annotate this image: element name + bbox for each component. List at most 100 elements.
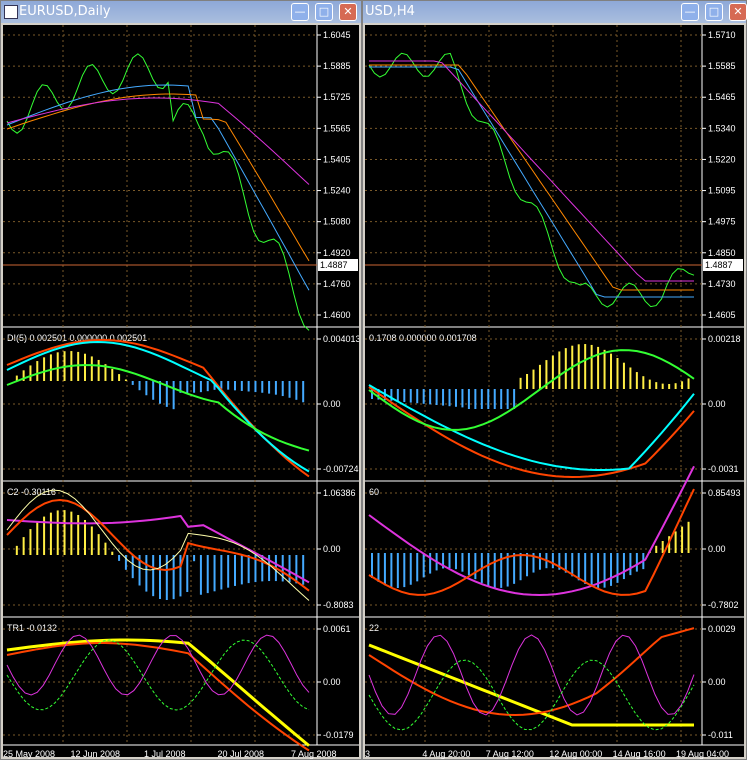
histogram-bar xyxy=(681,526,684,553)
histogram-bar xyxy=(240,555,243,585)
histogram-bar xyxy=(84,519,86,555)
histogram-bar xyxy=(77,514,80,555)
histogram-bar xyxy=(29,529,32,555)
histogram-bar xyxy=(668,383,671,389)
histogram-bar xyxy=(655,382,658,389)
histogram-bar xyxy=(206,555,209,594)
histogram-bar xyxy=(629,553,632,576)
time-axis-label: 12 Aug 00:00 xyxy=(549,749,602,759)
histogram-bar xyxy=(610,553,613,586)
window-titlebar[interactable]: EURUSD,Daily — □ ✕ xyxy=(1,1,361,23)
histogram-bar xyxy=(506,389,509,409)
histogram-bar xyxy=(538,553,541,570)
axis-label: 1.5340 xyxy=(708,123,736,133)
histogram-bar xyxy=(371,553,373,578)
maximize-icon: □ xyxy=(318,5,330,18)
histogram-bar xyxy=(90,526,93,555)
histogram-bar xyxy=(590,553,593,587)
axis-label: 1.5710 xyxy=(708,30,736,40)
axis-label: -0.0031 xyxy=(708,464,739,474)
histogram-bar xyxy=(551,355,554,389)
histogram-bar xyxy=(493,553,496,588)
histogram-bar xyxy=(77,351,80,381)
histogram-bar xyxy=(36,522,39,555)
histogram-bar xyxy=(111,551,114,555)
axis-label: 0.00 xyxy=(323,677,341,687)
histogram-bar xyxy=(97,534,100,555)
histogram-bar xyxy=(199,381,202,393)
minimize-button[interactable]: — xyxy=(291,3,309,21)
close-button[interactable]: ✕ xyxy=(339,3,357,21)
maximize-button[interactable]: □ xyxy=(705,3,723,21)
close-icon: ✕ xyxy=(343,5,353,18)
histogram-bar xyxy=(467,553,470,576)
ma-slow-magenta xyxy=(6,97,310,185)
window-titlebar[interactable]: USD,H4 — □ ✕ xyxy=(363,1,747,23)
time-axis-label: 1 Jul 2008 xyxy=(144,749,186,759)
histogram-bar xyxy=(227,555,230,588)
histogram-bar xyxy=(159,381,161,404)
histogram-bar xyxy=(655,545,658,553)
time-axis-label: 4 Aug 20:00 xyxy=(422,749,470,759)
ma-slow-magenta xyxy=(369,60,694,282)
histogram-bar xyxy=(687,521,690,553)
tr-line-magenta xyxy=(368,634,695,716)
histogram-bar xyxy=(474,553,477,580)
histogram-bar xyxy=(247,381,250,392)
histogram-bar xyxy=(674,383,677,389)
histogram-bar xyxy=(396,553,399,588)
histogram-bar xyxy=(442,389,445,406)
histogram-bar xyxy=(261,381,264,393)
axis-label: 0.85493 xyxy=(708,488,741,498)
ma-mid-orange xyxy=(369,64,694,291)
histogram-bar xyxy=(532,369,535,389)
histogram-bar xyxy=(295,555,298,584)
chart-canvas-left[interactable]: DI(5) 0.002501 0.000000 0.002501 C2 -0.3… xyxy=(3,25,359,759)
histogram-bar xyxy=(448,389,451,407)
histogram-bar xyxy=(186,381,189,393)
axis-label: -0.00724 xyxy=(323,464,359,474)
minimize-button[interactable]: — xyxy=(681,3,699,21)
histogram-bar xyxy=(254,381,257,393)
histogram-bar xyxy=(138,381,141,391)
axis-label: 0.00218 xyxy=(708,334,741,344)
histogram-bar xyxy=(538,364,541,389)
histogram-bar xyxy=(131,555,134,579)
chart-canvas-right[interactable]: 0.1708 0.000000 0.001708 60 22 1.5710 1.5… xyxy=(365,25,744,759)
axis-label: 1.5080 xyxy=(323,217,351,227)
close-icon: ✕ xyxy=(733,5,743,18)
chart-area[interactable]: 0.1708 0.000000 0.001708 60 22 1.5710 1.5… xyxy=(365,25,744,759)
ma-fast-blue xyxy=(369,66,694,298)
histogram-bar xyxy=(409,553,412,585)
histogram-bar xyxy=(390,553,393,588)
histogram-bar xyxy=(111,368,114,381)
histogram-bar xyxy=(480,389,483,409)
histogram-bar xyxy=(558,351,561,389)
time-axis-label: 7 Aug 12:00 xyxy=(486,749,534,759)
chart-window-usd-h4[interactable]: USD,H4 — □ ✕ 0.1708 0.000000 0.001708 60… xyxy=(362,0,747,760)
histogram-bar xyxy=(526,553,529,577)
di-line-red xyxy=(6,338,310,478)
axis-label: 0.00 xyxy=(708,677,726,687)
axis-label: 1.5565 xyxy=(323,123,351,133)
pane-label: 22 xyxy=(369,623,379,633)
histogram-bar xyxy=(274,381,277,395)
axis-label: 0.00 xyxy=(323,399,341,409)
close-button[interactable]: ✕ xyxy=(729,3,747,21)
axis-label: 1.5240 xyxy=(323,186,351,196)
window-title: EURUSD,Daily xyxy=(19,4,111,19)
axis-label: 1.4600 xyxy=(323,310,351,320)
chart-window-eurusd-daily[interactable]: EURUSD,Daily — □ ✕ DI(5) 0.002501 0.0000… xyxy=(0,0,362,760)
histogram-bar xyxy=(616,553,619,583)
histogram-bar xyxy=(49,512,52,555)
histogram-bar xyxy=(487,389,490,409)
histogram-bar xyxy=(295,381,298,400)
histogram-bar xyxy=(193,555,196,562)
histogram-bar xyxy=(159,555,161,599)
tr-line-yellow xyxy=(6,638,310,747)
maximize-button[interactable]: □ xyxy=(315,3,333,21)
axis-label: 1.5725 xyxy=(323,92,351,102)
chart-area[interactable]: DI(5) 0.002501 0.000000 0.002501 C2 -0.3… xyxy=(3,25,359,759)
minimize-icon: — xyxy=(294,5,306,18)
histogram-bar xyxy=(172,555,175,600)
